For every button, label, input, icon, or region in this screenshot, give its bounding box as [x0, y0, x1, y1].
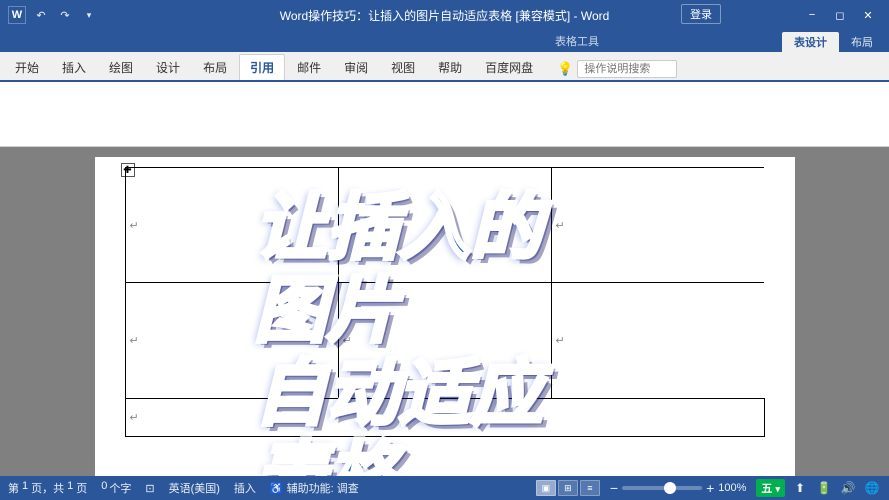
tab-view[interactable]: 视图 [380, 54, 426, 80]
tab-references[interactable]: 引用 [239, 54, 285, 80]
zoom-level[interactable]: 100% [718, 482, 746, 494]
restore-button[interactable]: ◻ [827, 5, 853, 25]
notification-area: 五 ▾ ⬆ 🔋 🔊 🌐 [756, 479, 881, 497]
table-tools-bar: 表格工具 表设计 布局 [0, 30, 889, 52]
zoom-plus[interactable]: + [706, 481, 714, 495]
insert-mode[interactable]: 插入 [234, 480, 256, 496]
table-cell-r2c2[interactable]: ↵ [338, 283, 551, 398]
accessibility-icon: ♿ [270, 482, 284, 495]
view-print-layout[interactable]: ▣ [536, 480, 556, 496]
macro-icon: ⊡ [145, 482, 154, 495]
lightbulb-icon: 💡 [557, 61, 573, 77]
quick-access-undo[interactable]: ↶ [32, 6, 50, 24]
tab-help[interactable]: 帮助 [427, 54, 473, 80]
ribbon: 开始 插入 绘图 设计 布局 引用 邮件 审阅 视图 帮助 百度网盘 💡 [0, 52, 889, 147]
tab-table-design[interactable]: 表设计 [782, 32, 839, 52]
window-controls: − ◻ ✕ [799, 5, 881, 25]
zoom-control: − + 100% [610, 481, 747, 495]
document-page: ✚ ↵ ↵ ↵ ↵ ↵ ↵ ↵ [95, 157, 795, 476]
tab-review[interactable]: 审阅 [333, 54, 379, 80]
wps-logo[interactable]: 五 ▾ [756, 479, 785, 497]
zoom-minus[interactable]: − [610, 481, 618, 495]
ribbon-tabs: 开始 插入 绘图 设计 布局 引用 邮件 审阅 视图 帮助 百度网盘 💡 [0, 52, 889, 80]
quick-access-redo[interactable]: ↷ [56, 6, 74, 24]
table-cell-r1c3[interactable]: ↵ [551, 168, 764, 283]
word-table: ↵ ↵ ↵ ↵ ↵ ↵ ↵ [125, 167, 765, 437]
close-button[interactable]: ✕ [855, 5, 881, 25]
help-search-input[interactable] [577, 60, 677, 78]
minimize-button[interactable]: − [799, 5, 825, 25]
zoom-track[interactable] [622, 486, 702, 490]
tab-draw[interactable]: 绘图 [98, 54, 144, 80]
quick-access-customize[interactable]: ▾ [80, 6, 98, 24]
table-cell-r3c1[interactable]: ↵ [125, 398, 764, 436]
tab-layout[interactable]: 布局 [192, 54, 238, 80]
status-bar: 第 1 页，共 1 页 0 个字 ⊡ 英语(美国) 插入 ♿ 辅助功能: 调查 … [0, 476, 889, 500]
window-title: Word操作技巧：让插入的图片自动适应表格 [兼容模式] - Word [280, 7, 610, 24]
ribbon-content [0, 80, 889, 146]
page-count: 第 1 页，共 1 页 [8, 480, 87, 496]
table-cell-r1c1[interactable]: ↵ [125, 168, 338, 283]
app-icon: W [8, 6, 26, 24]
tab-design[interactable]: 设计 [145, 54, 191, 80]
title-bar: W ↶ ↷ ▾ Word操作技巧：让插入的图片自动适应表格 [兼容模式] - W… [0, 0, 889, 30]
status-right: ▣ ⊞ ≡ − + 100% 五 ▾ ⬆ 🔋 🔊 🌐 [536, 479, 881, 497]
tab-baidu[interactable]: 百度网盘 [474, 54, 544, 80]
table-cell-r2c3[interactable]: ↵ [551, 283, 764, 398]
table-cell-r1c2[interactable]: ↵ [338, 168, 551, 283]
system-icon-3[interactable]: 🔊 [839, 479, 857, 497]
zoom-thumb[interactable] [664, 482, 676, 494]
tab-start[interactable]: 开始 [4, 54, 50, 80]
accessibility-check[interactable]: ♿ 辅助功能: 调查 [270, 480, 359, 496]
title-left-controls: W ↶ ↷ ▾ [8, 6, 98, 24]
tab-table-layout[interactable]: 布局 [839, 32, 885, 52]
language-indicator[interactable]: 英语(美国) [169, 480, 220, 496]
system-icon-4[interactable]: 🌐 [863, 479, 881, 497]
tab-insert[interactable]: 插入 [51, 54, 97, 80]
document-area: ✚ ↵ ↵ ↵ ↵ ↵ ↵ ↵ [0, 147, 889, 476]
system-icon-1[interactable]: ⬆ [791, 479, 809, 497]
view-outline[interactable]: ≡ [580, 480, 600, 496]
word-count: 0 个字 [101, 480, 131, 496]
table-tools-label: 表格工具 [555, 33, 599, 49]
table-cell-r2c1[interactable]: ↵ [125, 283, 338, 398]
view-web-layout[interactable]: ⊞ [558, 480, 578, 496]
tab-mailings[interactable]: 邮件 [286, 54, 332, 80]
system-icon-2[interactable]: 🔋 [815, 479, 833, 497]
view-buttons: ▣ ⊞ ≡ [536, 480, 600, 496]
login-button[interactable]: 登录 [681, 4, 721, 24]
